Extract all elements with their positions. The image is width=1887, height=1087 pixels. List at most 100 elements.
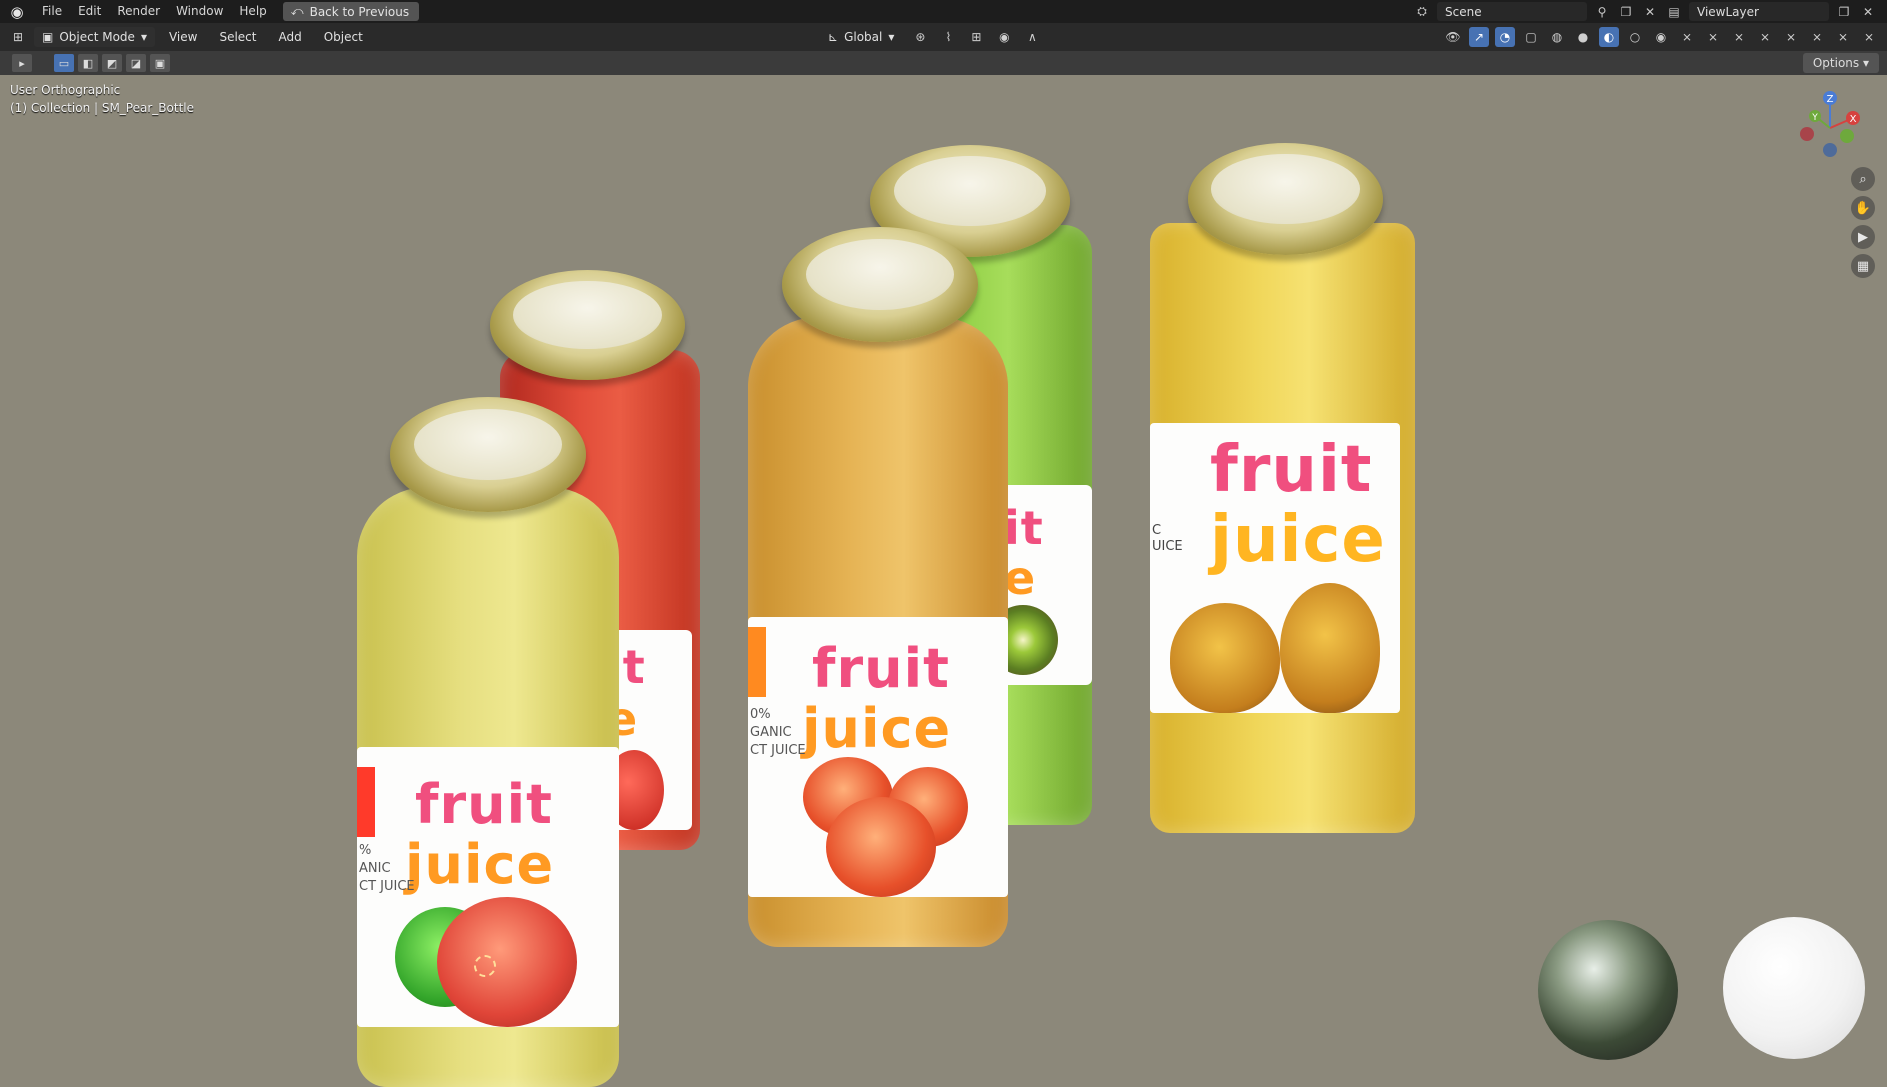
bottle-label: fruit juice % ANIC CT JUICE — [357, 747, 619, 1027]
tool-settings-bar: ▸ ▭ ◧ ◩ ◪ ▣ — [0, 51, 1887, 75]
pin-icon[interactable]: ⚲ — [1593, 3, 1611, 21]
gizmo-x-label: X — [1850, 114, 1857, 125]
scene-icon[interactable]: ⛭ — [1413, 3, 1431, 21]
back-to-previous-label: Back to Previous — [309, 4, 410, 19]
transform-tools: ⊾ Global ▾ ⊛ ⌇ ⊞ ◉ ∧ — [820, 23, 1042, 51]
material-shading-icon[interactable]: ◐ — [1599, 27, 1619, 47]
label-side-text-2: ANIC — [359, 861, 391, 876]
select-tool-icon[interactable]: ▸ — [12, 54, 32, 72]
rendered-shading-icon[interactable]: ○ — [1625, 27, 1645, 47]
scene-selector[interactable]: Scene — [1437, 2, 1587, 21]
view-name: User Orthographic — [10, 83, 121, 97]
solid-shading-icon[interactable]: ● — [1573, 27, 1593, 47]
gizmo-toggle-icon[interactable]: ↗ — [1469, 27, 1489, 47]
proportional-edit-icon[interactable]: ◉ — [994, 27, 1014, 47]
menu-file[interactable]: File — [34, 0, 70, 23]
bottle-label: fruit juice C UICE — [1150, 423, 1400, 713]
pear-icon — [1170, 603, 1280, 713]
menu-edit[interactable]: Edit — [70, 0, 109, 23]
camera-icon[interactable]: ▶ — [1851, 225, 1875, 249]
view-layer-selector[interactable]: ViewLayer — [1689, 2, 1829, 21]
menu-add[interactable]: Add — [270, 27, 309, 47]
filter-icon-1[interactable]: ⨯ — [1677, 27, 1697, 47]
overlay-toggle-icon[interactable]: ◔ — [1495, 27, 1515, 47]
3d-cursor-icon[interactable] — [474, 955, 496, 977]
label-side-text-3: CT JUICE — [750, 743, 806, 758]
bottle-apple[interactable]: fruit juice % ANIC CT JUICE — [352, 397, 622, 1087]
collection-info: (1) Collection | SM_Pear_Bottle — [10, 101, 194, 115]
visibility-icon[interactable]: 👁 — [1443, 27, 1463, 47]
select-new-icon[interactable]: ▭ — [54, 54, 74, 72]
blender-logo-icon[interactable]: ◉ — [0, 0, 34, 23]
filter-icon-3[interactable]: ⨯ — [1729, 27, 1749, 47]
top-menu-bar: ◉ File Edit Render Window Help ⤺ Back to… — [0, 0, 1887, 23]
eye-icon[interactable]: ◉ — [1651, 27, 1671, 47]
wireframe-shading-icon[interactable]: ◍ — [1547, 27, 1567, 47]
filter-icon-7[interactable]: ⨯ — [1833, 27, 1853, 47]
object-mode-icon: ▣ — [42, 30, 54, 44]
xray-icon[interactable]: ▢ — [1521, 27, 1541, 47]
menu-render[interactable]: Render — [109, 0, 168, 23]
bottle-peach[interactable]: fruit juice 0% GANIC CT JUICE — [748, 227, 1013, 947]
pivot-point-icon[interactable]: ⊛ — [910, 27, 930, 47]
label-word-2: juice — [1210, 503, 1386, 577]
transform-orientation-selector[interactable]: ⊾ Global ▾ — [820, 27, 902, 47]
snap-icon[interactable]: ⌇ — [938, 27, 958, 47]
filter-icon-4[interactable]: ⨯ — [1755, 27, 1775, 47]
select-extend-icon[interactable]: ◧ — [78, 54, 98, 72]
pan-hand-icon[interactable]: ✋ — [1851, 196, 1875, 220]
select-subtract-icon[interactable]: ◩ — [102, 54, 122, 72]
select-invert-icon[interactable]: ◪ — [126, 54, 146, 72]
3d-viewport[interactable]: User Orthographic (1) Collection | SM_Pe… — [0, 75, 1887, 1087]
close-scene-icon[interactable]: ✕ — [1641, 3, 1659, 21]
grid-toggle-icon[interactable]: ▦ — [1851, 254, 1875, 278]
bottle-pear[interactable]: fruit juice C UICE — [1150, 143, 1420, 833]
label-word-2: juice — [405, 833, 555, 896]
menu-window[interactable]: Window — [168, 0, 231, 23]
chevron-down-icon: ▾ — [888, 30, 895, 44]
options-dropdown[interactable]: Options ▾ — [1802, 53, 1879, 73]
menu-view[interactable]: View — [161, 27, 205, 47]
navigation-gizmo[interactable]: Z X Y — [1795, 88, 1865, 168]
falloff-icon[interactable]: ∧ — [1022, 27, 1042, 47]
view-layer-icon[interactable]: ▤ — [1665, 3, 1683, 21]
label-word-1: fruit — [1210, 433, 1373, 507]
zoom-icon[interactable]: ⌕ — [1851, 167, 1875, 191]
label-side-text-2: GANIC — [750, 725, 792, 740]
menu-select[interactable]: Select — [211, 27, 264, 47]
mode-label: Object Mode — [59, 30, 135, 44]
filter-icon-6[interactable]: ⨯ — [1807, 27, 1827, 47]
hdri-reflection-sphere — [1538, 920, 1678, 1060]
bottle-lid — [782, 227, 978, 342]
view-layer-name: ViewLayer — [1697, 4, 1759, 19]
snap-target-icon[interactable]: ⊞ — [966, 27, 986, 47]
orientation-label: Global — [844, 30, 883, 44]
bottle-label: fruit juice 0% GANIC CT JUICE — [748, 617, 1008, 897]
bottle-lid — [490, 270, 685, 380]
back-to-previous-button[interactable]: ⤺ Back to Previous — [282, 2, 420, 21]
menu-help[interactable]: Help — [231, 0, 274, 23]
bottle-lid — [390, 397, 586, 512]
label-side-text-3: CT JUICE — [359, 879, 415, 894]
new-view-layer-icon[interactable]: ❐ — [1835, 3, 1853, 21]
back-icon: ⤺ — [290, 4, 304, 18]
orientation-icon: ⊾ — [828, 30, 839, 44]
filter-icon-2[interactable]: ⨯ — [1703, 27, 1723, 47]
label-side-text-1: % — [359, 843, 372, 858]
hdri-diffuse-sphere — [1723, 917, 1865, 1059]
filter-icon-8[interactable]: ⨯ — [1859, 27, 1879, 47]
new-scene-icon[interactable]: ❐ — [1617, 3, 1635, 21]
mode-selector[interactable]: ▣ Object Mode ▾ — [34, 27, 155, 47]
top-right-controls: ⛭ Scene ⚲ ❐ ✕ ▤ ViewLayer ❐ ✕ — [1413, 0, 1887, 23]
chevron-down-icon: ▾ — [140, 30, 147, 44]
bottle-lid — [1188, 143, 1383, 255]
label-word-1: fruit — [812, 637, 950, 700]
menu-object[interactable]: Object — [316, 27, 371, 47]
close-view-layer-icon[interactable]: ✕ — [1859, 3, 1877, 21]
select-intersect-icon[interactable]: ▣ — [150, 54, 170, 72]
editor-type-icon[interactable]: ⊞ — [8, 27, 28, 47]
viewport-display-tools: 👁 ↗ ◔ ▢ ◍ ● ◐ ○ ◉ ⨯ ⨯ ⨯ ⨯ ⨯ ⨯ ⨯ ⨯ — [1443, 23, 1879, 51]
gizmo-y-label: Y — [1811, 113, 1818, 123]
filter-icon-5[interactable]: ⨯ — [1781, 27, 1801, 47]
options-label: Options — [1812, 56, 1860, 70]
